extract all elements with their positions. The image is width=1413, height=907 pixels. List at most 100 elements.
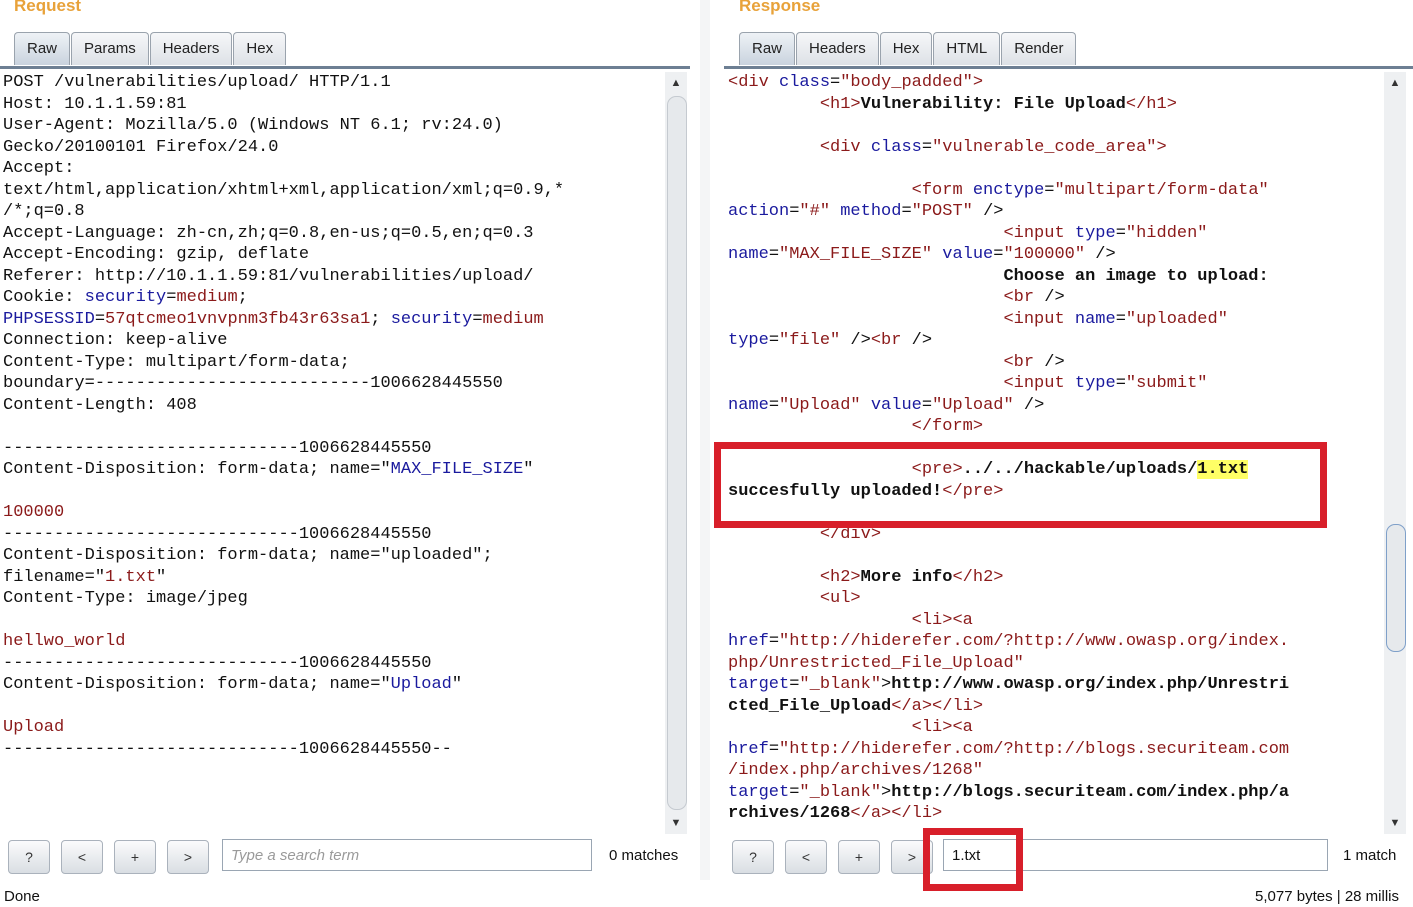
code-line: Choose an image to upload: [1003, 266, 1269, 286]
code-line: <li><a [911, 610, 973, 630]
request-line: -----------------------------10066284455… [3, 438, 432, 458]
request-line: POST /vulnerabilities/upload/ HTTP/1.1 [3, 73, 391, 92]
request-line: hellwo_world [3, 632, 126, 651]
request-line: Accept: [3, 159, 75, 178]
request-tabs: Raw Params Headers Hex [14, 32, 287, 66]
response-search-bar: ? < + > 1 match [716, 838, 1413, 876]
request-line: -----------------------------10066284455… [3, 524, 432, 544]
request-line: Connection: keep-alive [3, 331, 228, 350]
code-line: href="http://hiderefer.com/?http://blogs… [728, 739, 1290, 759]
request-line: Content-Type: image/jpeg [3, 589, 248, 608]
code-line: <div class="vulnerable_code_area"> [819, 137, 1167, 157]
help-button[interactable]: ? [8, 840, 50, 874]
scroll-thumb[interactable] [1386, 524, 1406, 652]
code-line: <div class="body_padded"> [728, 73, 984, 92]
next-button[interactable]: > [891, 840, 933, 874]
scroll-down-arrow-icon[interactable]: ▼ [1384, 812, 1406, 834]
add-button[interactable]: + [114, 840, 156, 874]
request-line: boundary=---------------------------1006… [3, 374, 503, 393]
tab-render[interactable]: Render [1001, 32, 1077, 65]
code-line: <input type="submit" [1003, 374, 1208, 393]
tab-headers[interactable]: Headers [149, 32, 233, 65]
code-line: <form enctype="multipart/form-data" [911, 180, 1269, 200]
code-line: target="_blank">http://www.owasp.org/ind… [728, 675, 1290, 694]
request-line: Cookie: security=medium; [3, 288, 248, 307]
code-line: <br /> [1003, 352, 1065, 372]
code-line: </div> [819, 524, 882, 544]
code-line: <input type="hidden" [1003, 223, 1208, 243]
request-line: filename="1.txt" [3, 567, 167, 587]
response-pane: Response Raw Headers Hex HTML Render <di… [716, 0, 1413, 880]
request-line: Content-Disposition: form-data; name="up… [3, 546, 493, 565]
request-line: PHPSESSID=57qtcmeo1vnvpnm3fb43r63sa1; se… [3, 309, 544, 329]
tab-underline [724, 66, 1413, 69]
code-line: <h1>Vulnerability: File Upload</h1> [819, 94, 1177, 114]
tab-headers[interactable]: Headers [796, 32, 879, 65]
response-editor[interactable]: <div class="body_padded"> <h1>Vulnerabil… [728, 72, 1396, 834]
request-line: Accept-Encoding: gzip, deflate [3, 245, 310, 264]
request-line: User-Agent: Mozilla/5.0 (Windows NT 6.1;… [3, 116, 503, 135]
scroll-thumb[interactable] [667, 96, 687, 810]
scroll-down-arrow-icon[interactable]: ▼ [665, 812, 687, 834]
next-button[interactable]: > [167, 840, 209, 874]
code-line: <ul> [819, 589, 861, 608]
tab-raw[interactable]: Raw [739, 32, 796, 65]
request-line [3, 696, 663, 718]
request-search-bar: ? < + > 0 matches [0, 838, 692, 876]
code-line: <h2>More info</h2> [819, 567, 1004, 587]
request-title: Request [14, 0, 82, 15]
previous-button[interactable]: < [61, 840, 103, 874]
tab-params[interactable]: Params [71, 32, 149, 65]
code-line: cted_File_Upload</a></li> [728, 696, 984, 716]
scroll-up-arrow-icon[interactable]: ▲ [665, 72, 687, 94]
search-highlight: 1.txt [1197, 460, 1249, 479]
request-line [3, 416, 663, 438]
code-line: <pre>../../hackable/uploads/1.txt [911, 460, 1249, 479]
request-scrollbar[interactable]: ▲ ▼ [665, 72, 687, 834]
code-line: <br /> [1003, 288, 1065, 307]
previous-button[interactable]: < [785, 840, 827, 874]
code-line: </form> [911, 417, 984, 436]
response-scrollbar[interactable]: ▲ ▼ [1384, 72, 1406, 834]
request-line: Content-Type: multipart/form-data; [3, 352, 350, 372]
pane-divider[interactable] [700, 0, 710, 880]
response-title: Response [739, 0, 821, 15]
tab-html[interactable]: HTML [933, 32, 1001, 65]
request-line [3, 481, 663, 503]
add-button[interactable]: + [838, 840, 880, 874]
request-editor[interactable]: POST /vulnerabilities/upload/ HTTP/1.1 Ho… [3, 72, 663, 834]
code-line: php/Unrestricted_File_Upload" [728, 653, 1024, 673]
code-line: type="file" /><br /> [728, 331, 933, 350]
tab-underline [0, 66, 690, 69]
code-line: name="MAX_FILE_SIZE" value="100000" /> [728, 245, 1116, 264]
status-text: Done [4, 888, 40, 905]
code-line: rchives/1268</a></li> [728, 804, 943, 823]
code-line: <input name="uploaded" [1003, 309, 1228, 329]
code-line: succesfully uploaded!</pre> [728, 481, 1004, 501]
tab-raw[interactable]: Raw [14, 32, 71, 65]
search-input[interactable] [943, 839, 1328, 871]
tab-hex[interactable]: Hex [233, 32, 287, 65]
request-line [3, 610, 663, 632]
scroll-up-arrow-icon[interactable]: ▲ [1384, 72, 1406, 94]
code-line: target="_blank">http://blogs.securiteam.… [728, 782, 1290, 802]
match-count: 0 matches [609, 847, 679, 864]
request-line: -----------------------------10066284455… [3, 739, 452, 759]
request-pane: Request Raw Params Headers Hex POST /vul… [0, 0, 692, 880]
help-button[interactable]: ? [732, 840, 774, 874]
code-line: <li><a [911, 718, 973, 737]
response-tabs: Raw Headers Hex HTML Render [739, 32, 1077, 66]
code-line: name="Upload" value="Upload" /> [728, 395, 1045, 415]
request-line: Upload [3, 718, 65, 737]
tab-hex[interactable]: Hex [879, 32, 933, 65]
request-line: text/html,application/xhtml+xml,applicat… [3, 180, 565, 200]
search-input[interactable] [222, 839, 592, 871]
request-line: Gecko/20100101 Firefox/24.0 [3, 137, 279, 157]
request-line: /*;q=0.8 [3, 202, 85, 221]
request-line: Host: 10.1.1.59:81 [3, 94, 187, 114]
